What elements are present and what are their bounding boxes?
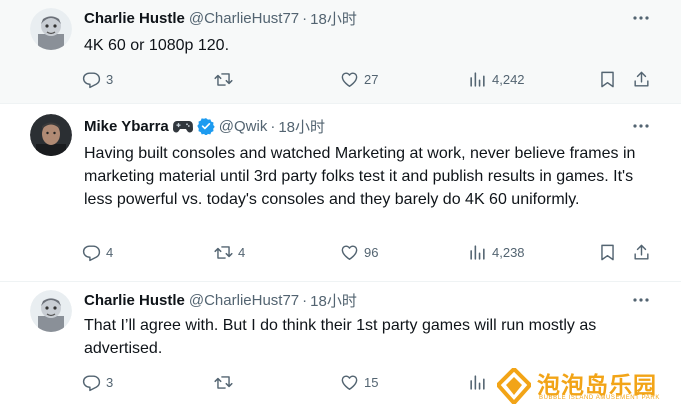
reply-icon <box>82 374 101 391</box>
tweet-time[interactable]: 18小时 <box>310 8 357 29</box>
author-name[interactable]: Charlie Hustle <box>84 10 185 27</box>
more-icon[interactable] <box>631 290 651 310</box>
like-count: 15 <box>364 374 379 390</box>
retweet-button[interactable] <box>214 69 238 89</box>
tweet-text: Having built consoles and watched Market… <box>84 145 636 208</box>
share-button[interactable] <box>632 69 651 89</box>
watermark-subtitle: BUBBLE ISLAND AMUSEMENT PARK <box>539 395 660 401</box>
watermark-logo: 泡泡岛乐园 BUBBLE ISLAND AMUSEMENT PARK <box>497 366 677 410</box>
author-handle[interactable]: @Qwik <box>219 118 268 135</box>
bookmark-icon <box>601 244 614 260</box>
share-icon <box>634 244 649 260</box>
views-button[interactable]: 4,242 <box>468 69 525 89</box>
author-name[interactable]: Charlie Hustle <box>84 292 185 309</box>
action-bar: 3 27 4,242 <box>82 69 662 89</box>
avatar-mike[interactable] <box>30 114 72 156</box>
reply-icon <box>82 244 101 261</box>
separator-dot: · <box>302 291 308 309</box>
avatar-charlie[interactable] <box>30 290 72 332</box>
like-button[interactable]: 27 <box>340 69 378 89</box>
tweet-header: Mike Ybarra @Qwik · 18小时 <box>84 116 325 136</box>
avatar-charlie[interactable] <box>30 8 72 50</box>
separator-dot: · <box>270 117 276 135</box>
views-count: 4,242 <box>492 71 525 87</box>
bubble-island-logo-icon <box>497 368 531 404</box>
separator-dot: · <box>302 9 308 27</box>
views-icon <box>470 244 485 260</box>
bookmark-button[interactable] <box>598 69 617 89</box>
tweet-mike[interactable]: Mike Ybarra @Qwik · 18小时 Having built co… <box>0 104 681 281</box>
views-icon <box>470 71 485 87</box>
views-count: 4,238 <box>492 244 525 260</box>
tweet-time[interactable]: 18小时 <box>310 290 357 311</box>
heart-icon <box>341 71 358 87</box>
reply-button[interactable]: 3 <box>82 372 113 392</box>
action-bar: 4 4 96 4,238 <box>82 242 662 262</box>
like-count: 27 <box>364 71 379 87</box>
reply-icon <box>82 71 101 88</box>
reply-button[interactable]: 3 <box>82 69 113 89</box>
share-icon <box>634 71 649 87</box>
heart-icon <box>341 374 358 390</box>
more-icon[interactable] <box>631 8 651 28</box>
reply-count: 3 <box>106 71 114 87</box>
reply-count: 3 <box>106 374 114 390</box>
like-button[interactable]: 96 <box>340 242 378 262</box>
verified-badge-icon[interactable] <box>197 117 215 135</box>
retweet-count: 4 <box>238 244 246 260</box>
bookmark-button[interactable] <box>598 242 617 262</box>
tweet-text: That I’ll agree with. But I do think the… <box>84 317 597 357</box>
retweet-button[interactable]: 4 <box>214 242 245 262</box>
share-button[interactable] <box>632 242 651 262</box>
reply-button[interactable]: 4 <box>82 242 113 262</box>
author-name[interactable]: Mike Ybarra <box>84 118 169 135</box>
retweet-icon <box>214 245 233 259</box>
views-button[interactable] <box>468 372 492 392</box>
like-count: 96 <box>364 244 379 260</box>
reply-count: 4 <box>106 244 114 260</box>
tweet-text: 4K 60 or 1080p 120. <box>84 37 230 54</box>
heart-icon <box>341 244 358 260</box>
tweet-charlie-1[interactable]: Charlie Hustle @CharlieHust77 · 18小时 4K … <box>0 0 681 103</box>
gamepad-emoji-icon <box>172 118 193 134</box>
author-handle[interactable]: @CharlieHust77 <box>189 10 299 27</box>
like-button[interactable]: 15 <box>340 372 378 392</box>
tweet-header: Charlie Hustle @CharlieHust77 · 18小时 <box>84 290 357 310</box>
tweet-time[interactable]: 18小时 <box>278 116 325 137</box>
bookmark-icon <box>601 71 614 87</box>
author-handle[interactable]: @CharlieHust77 <box>189 292 299 309</box>
more-icon[interactable] <box>631 116 651 136</box>
views-icon <box>470 374 485 390</box>
retweet-button[interactable] <box>214 372 238 392</box>
retweet-icon <box>214 375 233 389</box>
views-button[interactable]: 4,238 <box>468 242 525 262</box>
tweet-header: Charlie Hustle @CharlieHust77 · 18小时 <box>84 8 357 28</box>
retweet-icon <box>214 72 233 86</box>
